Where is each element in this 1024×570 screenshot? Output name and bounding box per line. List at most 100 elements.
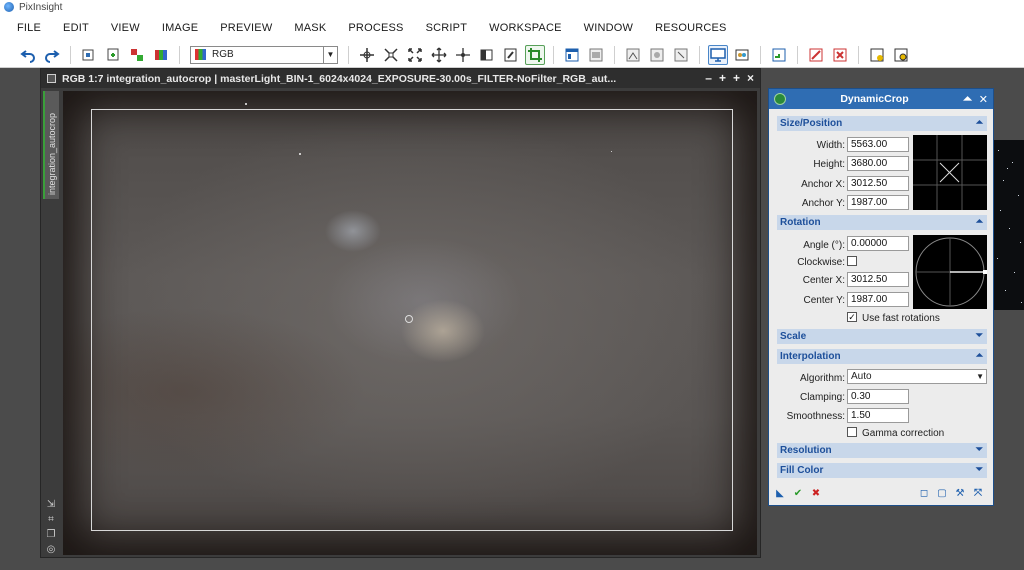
menu-file[interactable]: FILE xyxy=(6,22,52,34)
anchor-x-field[interactable]: 3012.50 xyxy=(847,176,909,191)
edit-preview-button[interactable] xyxy=(501,45,521,65)
mask-show-button[interactable] xyxy=(586,45,606,65)
swap-button[interactable] xyxy=(127,45,147,65)
menu-process[interactable]: PROCESS xyxy=(337,22,414,34)
dynamic-crop-button[interactable] xyxy=(525,44,545,65)
menu-image[interactable]: IMAGE xyxy=(151,22,209,34)
close-all-button[interactable] xyxy=(830,45,850,65)
algorithm-select-value: Auto xyxy=(851,371,872,382)
section-fill-color[interactable]: Fill Color ⏷ xyxy=(777,463,987,478)
history-button[interactable] xyxy=(806,45,826,65)
target-icon[interactable]: ◎ xyxy=(45,544,57,556)
menu-view[interactable]: VIEW xyxy=(100,22,151,34)
menu-workspace[interactable]: WORKSPACE xyxy=(478,22,573,34)
image-canvas[interactable] xyxy=(63,91,757,555)
minimize-button[interactable]: – xyxy=(705,71,712,85)
workspace-button[interactable] xyxy=(732,45,752,65)
collapse-section-icon[interactable]: ⏶ xyxy=(976,117,983,128)
drag-icon[interactable]: ⇲ xyxy=(45,499,57,511)
algorithm-select[interactable]: Auto ▼ xyxy=(847,369,987,384)
close-icon[interactable]: ✕ xyxy=(979,93,988,106)
smoothness-field[interactable]: 1.50 xyxy=(847,408,909,423)
shade-button[interactable]: + xyxy=(719,71,726,85)
menu-preview[interactable]: PREVIEW xyxy=(209,22,283,34)
angle-field[interactable]: 0.00000 xyxy=(847,236,909,251)
maximize-button[interactable]: + xyxy=(733,71,740,85)
process-console-button[interactable] xyxy=(708,44,728,65)
center-x-field[interactable]: 3012.50 xyxy=(847,272,909,287)
height-field[interactable]: 3680.00 xyxy=(847,156,909,171)
stf-button-3[interactable] xyxy=(671,45,691,65)
section-rotation[interactable]: Rotation ⏶ xyxy=(777,215,987,230)
toolbar-separator xyxy=(858,45,859,64)
collapse-section-icon[interactable]: ⏶ xyxy=(976,350,983,361)
crop-center-marker[interactable] xyxy=(405,315,413,323)
stf-button-1[interactable] xyxy=(623,45,643,65)
image-window[interactable]: RGB 1:7 integration_autocrop | masterLig… xyxy=(40,68,761,558)
image-window-titlebar[interactable]: RGB 1:7 integration_autocrop | masterLig… xyxy=(41,69,760,88)
menu-edit[interactable]: EDIT xyxy=(52,22,100,34)
width-field[interactable]: 5563.00 xyxy=(847,137,909,152)
new-preview-button[interactable] xyxy=(477,45,497,65)
gamma-correction-checkbox[interactable] xyxy=(847,427,857,437)
section-scale[interactable]: Scale ⏷ xyxy=(777,329,987,344)
readout-mode-button[interactable] xyxy=(357,45,377,65)
expand-section-icon[interactable]: ⏷ xyxy=(976,330,983,341)
section-size-position-label: Size/Position xyxy=(780,118,843,129)
menu-resources[interactable]: RESOURCES xyxy=(644,22,737,34)
menu-mask[interactable]: MASK xyxy=(283,22,337,34)
collapse-section-icon[interactable]: ⏶ xyxy=(976,216,983,227)
pan-button[interactable] xyxy=(429,45,449,65)
apply-icon[interactable]: ✔ xyxy=(791,488,805,500)
stf-button-2[interactable] xyxy=(647,45,667,65)
zoom-in-button[interactable] xyxy=(405,45,425,65)
center-y-field[interactable]: 1987.00 xyxy=(847,292,909,307)
collapse-icon[interactable]: ⏶ xyxy=(963,93,972,106)
cancel-icon[interactable]: ✖ xyxy=(809,488,823,500)
new-instance-icon xyxy=(82,49,94,60)
clone-icon[interactable]: ❐ xyxy=(45,529,57,541)
expand-section-icon[interactable]: ⏷ xyxy=(976,444,983,455)
center-x-label: Center X: xyxy=(802,275,845,286)
section-resolution[interactable]: Resolution ⏷ xyxy=(777,443,987,458)
process-icon xyxy=(774,93,786,105)
clockwise-checkbox[interactable] xyxy=(847,256,857,266)
wrench-icon[interactable]: ⚒ xyxy=(953,488,967,500)
new-instance-icon[interactable]: ◣ xyxy=(773,488,787,500)
settings-button[interactable] xyxy=(891,45,911,65)
script-editor-button[interactable] xyxy=(867,45,887,65)
dynamic-crop-titlebar[interactable]: DynamicCrop ⏶ ✕ xyxy=(769,89,993,109)
close-button[interactable]: × xyxy=(747,71,754,85)
mask-enable-button[interactable] xyxy=(562,45,582,65)
width-label: Width: xyxy=(816,140,845,151)
section-interpolation[interactable]: Interpolation ⏶ xyxy=(777,349,987,364)
reset-icon[interactable]: ⤧ xyxy=(971,488,985,500)
menu-script[interactable]: SCRIPT xyxy=(415,22,479,34)
redo-button[interactable] xyxy=(42,45,62,65)
anchor-selector[interactable] xyxy=(913,135,987,210)
mask-button[interactable] xyxy=(151,45,171,65)
browse-documentation-icon[interactable]: ◻ xyxy=(917,488,931,500)
clockwise-label: Clockwise: xyxy=(797,257,845,268)
toolbar-separator xyxy=(553,45,554,64)
zoom-fit-button[interactable] xyxy=(381,45,401,65)
fit-icon[interactable]: ⌗ xyxy=(45,514,57,526)
rotation-dial[interactable] xyxy=(913,235,987,309)
window-menu-icon[interactable] xyxy=(47,74,56,83)
clamping-field[interactable]: 0.30 xyxy=(847,389,909,404)
center-button[interactable] xyxy=(453,45,473,65)
expand-section-icon[interactable]: ⏷ xyxy=(976,464,983,475)
duplicate-button[interactable] xyxy=(103,45,123,65)
undo-button[interactable] xyxy=(18,45,38,65)
channel-select[interactable]: RGB ▼ xyxy=(190,45,338,64)
fast-rotations-checkbox[interactable]: ✓ xyxy=(847,312,857,322)
view-identifier-tab[interactable]: integration_autocrop xyxy=(43,91,59,199)
menu-window[interactable]: WINDOW xyxy=(573,22,644,34)
background-image-window[interactable] xyxy=(994,140,1024,310)
section-size-position[interactable]: Size/Position ⏶ xyxy=(777,116,987,131)
anchor-y-field[interactable]: 1987.00 xyxy=(847,195,909,210)
explorer-button[interactable] xyxy=(769,45,789,65)
new-instance-button[interactable] xyxy=(79,45,99,65)
document-icon[interactable]: ▢ xyxy=(935,488,949,500)
section-fill-color-label: Fill Color xyxy=(780,465,824,476)
